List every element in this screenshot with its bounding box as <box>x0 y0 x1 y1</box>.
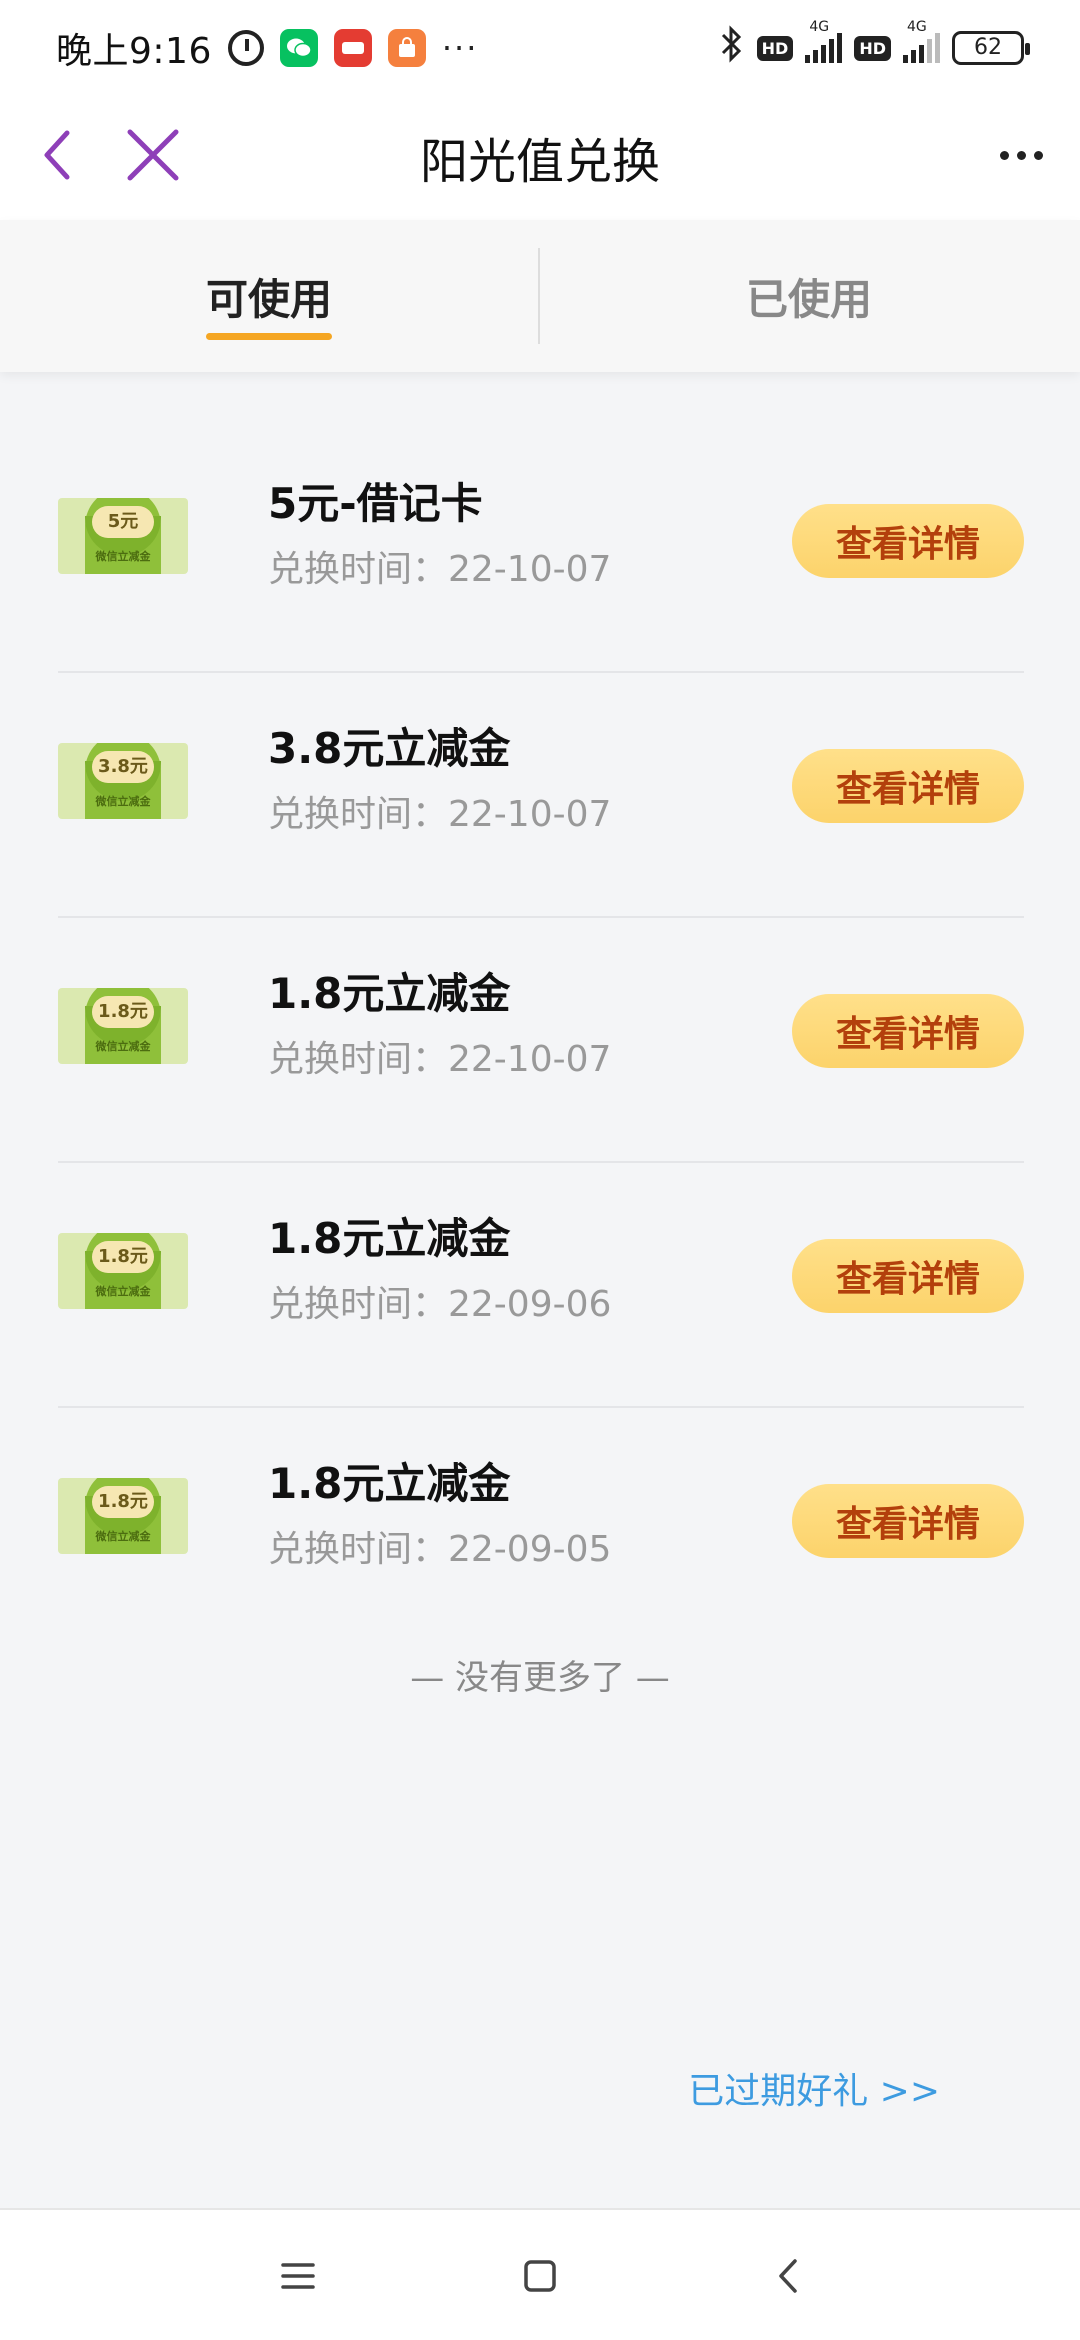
item-title: 1.8元立减金 <box>268 969 511 1018</box>
view-details-button[interactable]: 查看详情 <box>792 749 1024 823</box>
item-title: 5元-借记卡 <box>268 479 483 528</box>
shopping-bag-icon <box>387 29 426 67</box>
bluetooth-icon <box>719 24 745 72</box>
item-date: 兑换时间：22-10-07 <box>268 1039 612 1080</box>
view-details-button[interactable]: 查看详情 <box>792 994 1024 1068</box>
view-details-button[interactable]: 查看详情 <box>792 1484 1024 1558</box>
red-packet-amount: 1.8元 <box>92 1486 154 1518</box>
page-title: 阳光值兑换 <box>419 134 660 190</box>
list-item: 5元 微信立减金 5元-借记卡 兑换时间：22-10-07 查看详情 <box>58 428 1024 673</box>
expired-gifts-link[interactable]: 已过期好礼 >> <box>688 2062 940 2114</box>
item-date: 兑换时间：22-10-07 <box>268 794 612 835</box>
more-notifications-icon: ··· <box>441 29 479 67</box>
red-packet-label: 微信立减金 <box>95 1040 151 1053</box>
no-more-text: — 没有更多了 — <box>410 1658 670 1698</box>
red-packet-amount: 1.8元 <box>92 1241 154 1273</box>
hd-badge-2: HD <box>854 35 891 61</box>
red-packet-amount: 1.8元 <box>92 996 154 1028</box>
tab-available[interactable]: 可使用 <box>0 220 538 372</box>
item-date: 兑换时间：22-09-05 <box>268 1529 612 1570</box>
status-bar: 晚上9:16 ··· HD 4G HD 4G 62 <box>0 0 1080 96</box>
battery-icon: 62 <box>952 31 1030 65</box>
tab-available-label: 可使用 <box>205 274 332 324</box>
wechat-icon <box>279 29 318 67</box>
red-packet-amount: 5元 <box>92 506 154 538</box>
redemption-list: 5元 微信立减金 5元-借记卡 兑换时间：22-10-07 查看详情 3.8元 … <box>58 428 1024 1653</box>
list-item: 1.8元 微信立减金 1.8元立减金 兑换时间：22-10-07 查看详情 <box>58 918 1024 1163</box>
network-type-label-2: 4G <box>907 19 927 35</box>
item-title: 1.8元立减金 <box>268 1214 511 1263</box>
item-title: 3.8元立减金 <box>268 724 511 773</box>
tab-used-label: 已使用 <box>745 274 872 324</box>
red-packet-icon: 1.8元 微信立减金 <box>58 1233 188 1309</box>
red-packet-label: 微信立减金 <box>95 1530 151 1543</box>
red-packet-label: 微信立减金 <box>95 1285 151 1298</box>
status-time: 晚上9:16 <box>56 31 212 72</box>
system-nav-bar <box>0 2208 1080 2340</box>
home-square-icon[interactable] <box>510 2246 570 2306</box>
list-item: 1.8元 微信立减金 1.8元立减金 兑换时间：22-09-06 查看详情 <box>58 1163 1024 1408</box>
app-notification-icon <box>333 29 372 67</box>
network-type-label: 4G <box>809 19 830 35</box>
red-packet-icon: 5元 微信立减金 <box>58 498 188 574</box>
signal-icon: 4G <box>805 19 843 63</box>
more-dots-icon[interactable] <box>986 120 1056 190</box>
tab-bar: 可使用 已使用 <box>0 220 1080 372</box>
nav-bar: 阳光值兑换 <box>0 96 1080 220</box>
view-details-button[interactable]: 查看详情 <box>792 504 1024 578</box>
red-packet-amount: 3.8元 <box>92 751 154 783</box>
red-packet-label: 微信立减金 <box>95 550 151 563</box>
back-icon[interactable] <box>758 2246 818 2306</box>
item-date: 兑换时间：22-10-07 <box>268 549 612 590</box>
list-item: 3.8元 微信立减金 3.8元立减金 兑换时间：22-10-07 查看详情 <box>58 673 1024 918</box>
alarm-icon <box>227 30 264 66</box>
item-date: 兑换时间：22-09-06 <box>268 1284 612 1325</box>
menu-icon[interactable] <box>268 2246 328 2306</box>
list-item: 1.8元 微信立减金 1.8元立减金 兑换时间：22-09-05 查看详情 <box>58 1408 1024 1653</box>
red-packet-icon: 1.8元 微信立减金 <box>58 1478 188 1554</box>
view-details-button[interactable]: 查看详情 <box>792 1239 1024 1313</box>
item-title: 1.8元立减金 <box>268 1459 511 1508</box>
red-packet-label: 微信立减金 <box>95 795 151 808</box>
tab-used[interactable]: 已使用 <box>540 220 1078 372</box>
red-packet-icon: 3.8元 微信立减金 <box>58 743 188 819</box>
red-packet-icon: 1.8元 微信立减金 <box>58 988 188 1064</box>
hd-badge: HD <box>756 35 794 61</box>
tab-active-indicator <box>206 333 332 340</box>
signal-icon-2: 4G <box>903 19 940 63</box>
